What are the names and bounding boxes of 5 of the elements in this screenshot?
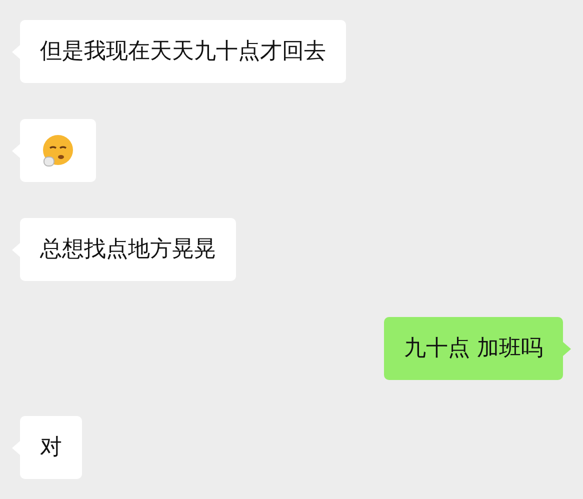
message-text: 总想找点地方晃晃 [40,236,216,264]
message-text: 但是我现在天天九十点才回去 [40,38,326,66]
message-text: 对 [40,434,62,462]
face-emoji-icon [40,132,76,168]
message-text: 九十点 加班吗 [404,335,543,363]
